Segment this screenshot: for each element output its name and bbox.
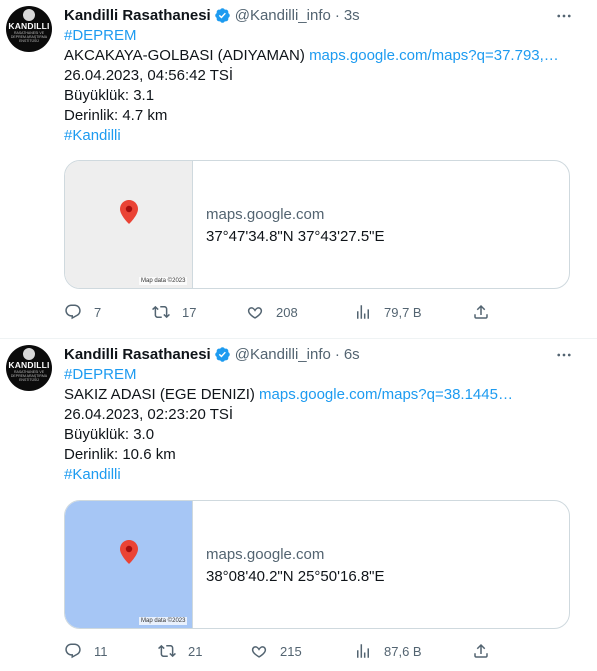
tweet-time[interactable]: 3s <box>344 7 360 24</box>
like-button[interactable]: 215 <box>250 640 302 662</box>
retweet-count: 21 <box>188 643 203 659</box>
heart-icon <box>251 646 267 658</box>
tweet[interactable]: KANDILLI RASATHANESI VE DEPREM ARAŞTIRMA… <box>0 339 597 671</box>
views-button[interactable]: 87,6 B <box>354 640 422 662</box>
emblem-icon <box>23 9 35 21</box>
more-options-icon[interactable] <box>554 345 574 365</box>
magnitude-text: Büyüklük: 3.0 <box>64 426 155 443</box>
more-options-icon[interactable] <box>554 6 574 26</box>
magnitude-text: Büyüklük: 3.1 <box>64 87 155 104</box>
reply-count: 7 <box>94 304 102 320</box>
link-card[interactable]: Map data ©2023 maps.google.com 38°08'40.… <box>64 500 570 629</box>
author-handle[interactable]: @Kandilli_info <box>235 7 331 24</box>
card-domain: maps.google.com <box>206 206 325 223</box>
author-name[interactable]: Kandilli Rasathanesi <box>64 346 211 363</box>
tweet-text: #DEPREM SAKIZ ADASI (EGE DENIZI) maps.go… <box>64 365 572 485</box>
hashtag-link[interactable]: #DEPREM <box>64 27 137 44</box>
share-button[interactable] <box>472 301 490 323</box>
share-button[interactable] <box>472 640 490 662</box>
map-thumbnail[interactable]: Map data ©2023 <box>65 501 193 628</box>
retweet-icon <box>152 305 170 319</box>
card-coordinates: 38°08'40.2"N 25°50'16.8"E <box>206 568 385 585</box>
avatar-subtext: RASATHANESI VE DEPREM ARAŞTIRMA ENSTİTÜS… <box>10 370 48 382</box>
card-domain: maps.google.com <box>206 546 325 563</box>
hashtag-link[interactable]: #Kandilli <box>64 127 121 144</box>
hashtag-link[interactable]: #Kandilli <box>64 466 121 483</box>
maps-link[interactable]: maps.google.com/maps?q=37.793,… <box>309 47 559 64</box>
heart-icon <box>247 307 263 319</box>
reply-button[interactable]: 11 <box>64 640 108 662</box>
views-button[interactable]: 79,7 B <box>354 301 422 323</box>
depth-text: Derinlik: 4.7 km <box>64 107 168 124</box>
retweet-button[interactable]: 17 <box>152 301 196 323</box>
like-count: 208 <box>276 304 298 320</box>
action-bar: 11 21 215 87,6 B <box>64 640 494 662</box>
tweet-time[interactable]: 6s <box>344 346 360 363</box>
emblem-icon <box>23 348 35 360</box>
verified-badge-icon <box>214 347 230 362</box>
tweet[interactable]: KANDILLI RASATHANESI VE DEPREM ARAŞTIRMA… <box>0 0 597 339</box>
hashtag-link[interactable]: #DEPREM <box>64 366 137 383</box>
map-thumbnail[interactable]: Map data ©2023 <box>65 161 193 288</box>
share-icon <box>474 643 488 658</box>
datetime-text: 26.04.2023, 04:56:42 TSİ <box>64 67 234 84</box>
like-count: 215 <box>280 643 302 659</box>
retweet-count: 17 <box>182 304 197 320</box>
views-count: 87,6 B <box>384 643 422 659</box>
map-attribution: Map data ©2023 <box>139 617 188 625</box>
avatar[interactable]: KANDILLI RASATHANESI VE DEPREM ARAŞTIRMA… <box>6 345 52 391</box>
action-bar: 7 17 208 79,7 B <box>64 301 494 323</box>
reply-button[interactable]: 7 <box>64 301 101 323</box>
maps-link[interactable]: maps.google.com/maps?q=38.1445… <box>259 386 513 403</box>
tweet-text: #DEPREM AKCAKAYA-GOLBASI (ADIYAMAN) maps… <box>64 26 572 146</box>
views-count: 79,7 B <box>384 304 422 320</box>
tweet-header: Kandilli Rasathanesi @Kandilli_info · 6s <box>64 343 572 365</box>
separator-dot: · <box>334 345 340 363</box>
avatar-brand: KANDILLI <box>8 21 50 31</box>
retweet-button[interactable]: 21 <box>158 640 202 662</box>
views-icon <box>357 305 369 319</box>
retweet-icon <box>158 644 176 658</box>
map-attribution: Map data ©2023 <box>139 277 188 285</box>
map-pin-icon <box>120 540 138 564</box>
link-card[interactable]: Map data ©2023 maps.google.com 37°47'34.… <box>64 160 570 289</box>
avatar-subtext: RASATHANESI VE DEPREM ARAŞTIRMA ENSTİTÜS… <box>10 31 48 43</box>
location-text: AKCAKAYA-GOLBASI (ADIYAMAN) <box>64 47 305 64</box>
depth-text: Derinlik: 10.6 km <box>64 446 176 463</box>
author-name[interactable]: Kandilli Rasathanesi <box>64 7 211 24</box>
like-button[interactable]: 208 <box>246 301 298 323</box>
location-text: SAKIZ ADASI (EGE DENIZI) <box>64 386 255 403</box>
reply-count: 11 <box>94 643 108 659</box>
tweet-header: Kandilli Rasathanesi @Kandilli_info · 3s <box>64 4 572 26</box>
separator-dot: · <box>334 6 340 24</box>
share-icon <box>474 304 488 319</box>
views-icon <box>357 644 369 658</box>
reply-icon <box>65 643 81 659</box>
avatar[interactable]: KANDILLI RASATHANESI VE DEPREM ARAŞTIRMA… <box>6 6 52 52</box>
verified-badge-icon <box>214 8 230 23</box>
map-pin-icon <box>120 200 138 224</box>
author-handle[interactable]: @Kandilli_info <box>235 346 331 363</box>
datetime-text: 26.04.2023, 02:23:20 TSİ <box>64 406 234 423</box>
card-coordinates: 37°47'34.8"N 37°43'27.5"E <box>206 228 385 245</box>
reply-icon <box>65 304 81 320</box>
avatar-brand: KANDILLI <box>8 360 50 370</box>
